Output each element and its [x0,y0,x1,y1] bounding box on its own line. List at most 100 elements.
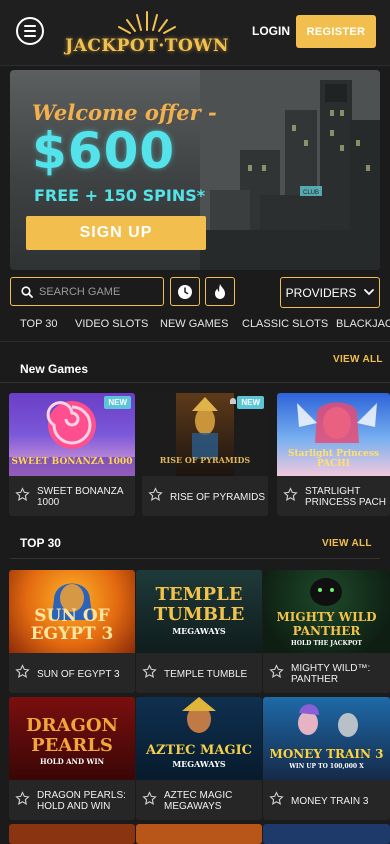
tab-blackjack[interactable]: BLACKJACK [336,318,390,330]
game-card-dragon-pearls[interactable]: DRAGON PEARLS HOLD AND WIN DRAGON PEARLS… [9,697,135,820]
game-card-partial[interactable] [136,824,262,844]
register-button[interactable]: REGISTER [296,15,376,48]
hamburger-menu-icon[interactable] [16,17,44,45]
section-title: New Games [20,362,89,376]
game-name: AZTEC MAGIC MEGAWAYS [164,790,233,812]
new-badge: NEW [237,396,264,409]
game-thumbnail: DRAGON PEARLS HOLD AND WIN [9,697,135,780]
card-footer: DRAGON PEARLS: HOLD AND WIN [9,780,135,820]
providers-dropdown[interactable]: PROVIDERS [280,277,380,308]
star-icon[interactable] [15,664,30,679]
game-thumbnail: RISE OF PYRAMIDS NEW [142,393,268,476]
game-name: MONEY TRAIN 3 [291,795,369,807]
search-input[interactable] [39,285,149,298]
game-thumbnail: SWEET BONANZA 1000 NEW [9,393,135,476]
tab-new-games[interactable]: NEW GAMES [160,318,228,330]
game-card-temple-tumble[interactable]: TEMPLE TUMBLE MEGAWAYS TEMPLE TUMBLE [136,570,262,693]
game-thumbnail: Starlight Princess PACHI [277,393,390,476]
section-title: TOP 30 [20,536,61,550]
game-name: STARLIGHT PRINCESS PACH [305,486,386,508]
star-icon[interactable] [142,664,157,679]
game-art-title: MIGHTY WILD [276,610,377,624]
game-card-partial[interactable] [263,824,390,844]
new-badge: NEW [104,396,131,409]
game-thumbnail: TEMPLE TUMBLE MEGAWAYS [136,570,262,653]
game-art-title: TEMPLE [155,584,243,605]
card-footer: SWEET BONANZA 1000 [9,476,135,516]
card-footer: MIGHTY WILD™: PANTHER [263,653,390,693]
star-icon[interactable] [142,791,157,806]
city-skyline-illustration: CLUB [200,70,380,270]
card-footer: STARLIGHT PRINCESS PACH [277,476,390,516]
tab-top-30[interactable]: TOP 30 [20,318,58,330]
top-header: JACKPOT·TOWN LOGIN REGISTER [0,0,390,66]
game-card-aztec-magic[interactable]: AZTEC MAGIC MEGAWAYS AZTEC MAGIC MEGAWAY… [136,697,262,820]
star-icon[interactable] [15,487,30,502]
game-card-starlight-princess[interactable]: Starlight Princess PACHI STARLIGHT PRINC… [277,393,390,516]
game-card-money-train-3[interactable]: MONEY TRAIN 3 WIN UP TO 100,000 X MONEY … [263,697,390,820]
game-art-title: AZTEC MAGIC [145,743,253,758]
section-divider [10,558,380,559]
game-thumbnail: MONEY TRAIN 3 WIN UP TO 100,000 X [263,697,390,780]
game-name: DRAGON PEARLS: HOLD AND WIN [37,790,126,812]
club-sign-text: CLUB [303,190,319,196]
game-art-subtitle: EGYPT 3 [30,624,114,644]
game-art-title: SWEET BONANZA 1000 [11,457,133,467]
providers-label: PROVIDERS [285,285,357,300]
star-icon[interactable] [269,664,284,679]
game-art-title: RISE OF PYRAMIDS [159,455,251,465]
login-link[interactable]: LOGIN [252,24,290,38]
logo-rays [118,11,176,34]
game-art-tagline: MEGAWAYS [172,626,226,636]
star-icon[interactable] [148,487,163,502]
card-footer: TEMPLE TUMBLE [136,653,262,693]
popular-games-button[interactable] [205,277,235,306]
card-footer: RISE OF PYRAMIDS [142,476,268,516]
game-art-title: DRAGON [25,715,119,736]
game-card-rise-of-pyramids[interactable]: RISE OF PYRAMIDS NEW RISE OF PYRAMIDS [142,393,268,516]
view-all-link[interactable]: VIEW ALL [333,354,383,365]
fire-icon [215,284,225,299]
game-name: SWEET BONANZA 1000 [37,486,123,508]
brand-name: JACKPOT·TOWN [65,36,229,56]
star-icon[interactable] [283,487,298,502]
offer-amount: $600 [32,122,176,180]
game-art-title: Starlight Princess PACHI [287,449,379,469]
game-name: RISE OF PYRAMIDS [170,491,266,503]
tab-classic-slots[interactable]: CLASSIC SLOTS [242,318,328,330]
sign-up-button[interactable]: SIGN UP [26,216,206,250]
view-all-link[interactable]: VIEW ALL [322,538,372,549]
game-card-mighty-wild-panther[interactable]: MIGHTY WILD PANTHER HOLD THE JACKPOT MIG… [263,570,390,693]
game-art-title: MONEY TRAIN 3 [269,747,384,761]
game-name: MIGHTY WILD™: PANTHER [291,663,371,685]
card-footer: SUN OF EGYPT 3 [9,653,135,693]
section-divider [0,382,390,383]
game-art-tagline: HOLD AND WIN [39,757,104,766]
game-thumbnail: MIGHTY WILD PANTHER HOLD THE JACKPOT [263,570,390,653]
tab-video-slots[interactable]: VIDEO SLOTS [75,318,148,330]
game-thumbnail: AZTEC MAGIC MEGAWAYS [136,697,262,780]
game-name: TEMPLE TUMBLE [164,668,248,680]
category-tabs: TOP 30 VIDEO SLOTS NEW GAMES CLASSIC SLO… [0,314,390,342]
game-card-partial[interactable] [9,824,135,844]
game-art-subtitle: TUMBLE [153,604,245,625]
game-art-tagline: HOLD THE JACKPOT [291,640,362,647]
game-art-subtitle: PANTHER [292,624,361,638]
search-icon [21,285,33,298]
search-game-field[interactable] [10,277,164,306]
recent-games-button[interactable] [170,277,200,306]
brand-logo[interactable]: JACKPOT·TOWN [62,8,232,58]
game-card-sun-of-egypt-3[interactable]: SUN OF EGYPT 3 SUN OF EGYPT 3 [9,570,135,693]
game-art-tagline: WIN UP TO 100,000 X [289,763,364,770]
star-icon[interactable] [15,791,30,806]
game-art-title: SUN OF [34,606,110,626]
game-card-sweet-bonanza[interactable]: SWEET BONANZA 1000 NEW SWEET BONANZA 100… [9,393,135,516]
game-art-subtitle: MEGAWAYS [172,759,226,769]
game-name: SUN OF EGYPT 3 [37,668,120,680]
clock-icon [178,284,192,299]
card-footer: AZTEC MAGIC MEGAWAYS [136,780,262,820]
game-art-subtitle: PEARLS [31,735,113,756]
welcome-offer-banner[interactable]: CLUB Welcome offer - $600 FREE + 150 SPI… [10,70,380,270]
chevron-down-icon [364,289,375,296]
star-icon[interactable] [269,791,284,806]
